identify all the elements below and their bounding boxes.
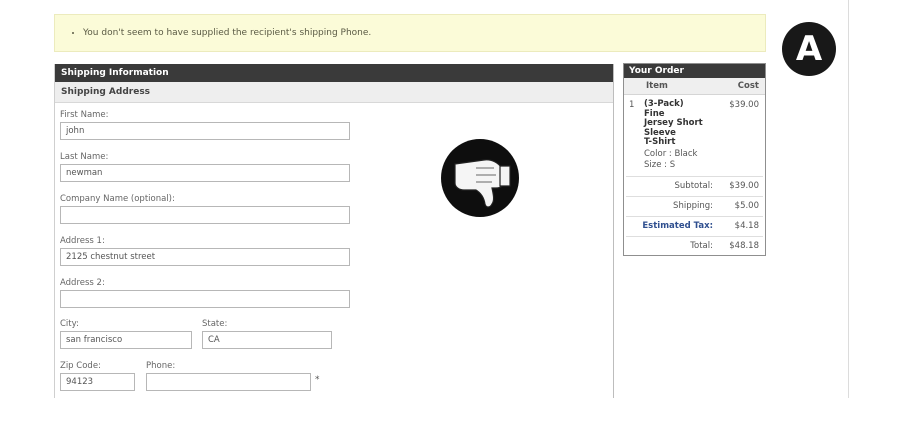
tax-value: $4.18 bbox=[734, 221, 759, 231]
error-alert: You don't seem to have supplied the reci… bbox=[54, 14, 766, 52]
first-name-label: First Name: bbox=[60, 110, 109, 120]
shipping-value: $5.00 bbox=[734, 201, 759, 211]
city-label: City: bbox=[60, 319, 79, 329]
address1-label: Address 1: bbox=[60, 236, 105, 246]
order-summary: Your Order Item Cost 1 (3-Pack) Fine Jer… bbox=[623, 63, 766, 256]
order-divider bbox=[626, 236, 763, 237]
state-label: State: bbox=[202, 319, 228, 329]
total-label: Total: bbox=[690, 241, 713, 251]
page-divider bbox=[848, 0, 849, 398]
phone-field[interactable] bbox=[146, 373, 311, 391]
order-columns: Item Cost bbox=[624, 78, 765, 95]
item-name-line: T-Shirt bbox=[644, 137, 676, 147]
badge-a: A bbox=[782, 22, 836, 76]
col-cost: Cost bbox=[737, 81, 759, 91]
order-divider bbox=[626, 196, 763, 197]
item-name: (3-Pack) Fine Jersey Short Sleeve T-Shir… bbox=[644, 99, 703, 148]
company-field[interactable] bbox=[60, 206, 350, 224]
subtotal-value: $39.00 bbox=[729, 181, 759, 191]
item-cost: $39.00 bbox=[729, 100, 759, 110]
order-header: Your Order bbox=[624, 64, 765, 78]
address1-field[interactable]: 2125 chestnut street bbox=[60, 248, 350, 266]
item-qty: 1 bbox=[629, 100, 635, 110]
company-label: Company Name (optional): bbox=[60, 194, 175, 204]
thumbs-down-icon bbox=[440, 138, 520, 218]
address2-field[interactable] bbox=[60, 290, 350, 308]
zip-field[interactable]: 94123 bbox=[60, 373, 135, 391]
required-marker: * bbox=[315, 375, 320, 385]
first-name-field[interactable]: john bbox=[60, 122, 350, 140]
subtotal-label: Subtotal: bbox=[674, 181, 713, 191]
shipping-header: Shipping Information bbox=[55, 64, 613, 82]
address2-label: Address 2: bbox=[60, 278, 105, 288]
shipping-label: Shipping: bbox=[673, 201, 713, 211]
item-size: Size : S bbox=[644, 160, 676, 170]
city-field[interactable]: san francisco bbox=[60, 331, 192, 349]
alert-list: You don't seem to have supplied the reci… bbox=[55, 15, 765, 51]
col-item: Item bbox=[646, 81, 668, 91]
item-color: Color : Black bbox=[644, 149, 698, 159]
state-field[interactable]: CA bbox=[202, 331, 332, 349]
alert-message: You don't seem to have supplied the reci… bbox=[83, 15, 765, 51]
total-value: $48.18 bbox=[729, 241, 759, 251]
last-name-field[interactable]: newman bbox=[60, 164, 350, 182]
order-divider bbox=[626, 176, 763, 177]
estimated-tax-link[interactable]: Estimated Tax: bbox=[642, 221, 713, 231]
zip-label: Zip Code: bbox=[60, 361, 101, 371]
phone-label: Phone: bbox=[146, 361, 176, 371]
last-name-label: Last Name: bbox=[60, 152, 109, 162]
order-divider bbox=[626, 216, 763, 217]
shipping-subheader: Shipping Address bbox=[55, 82, 613, 103]
